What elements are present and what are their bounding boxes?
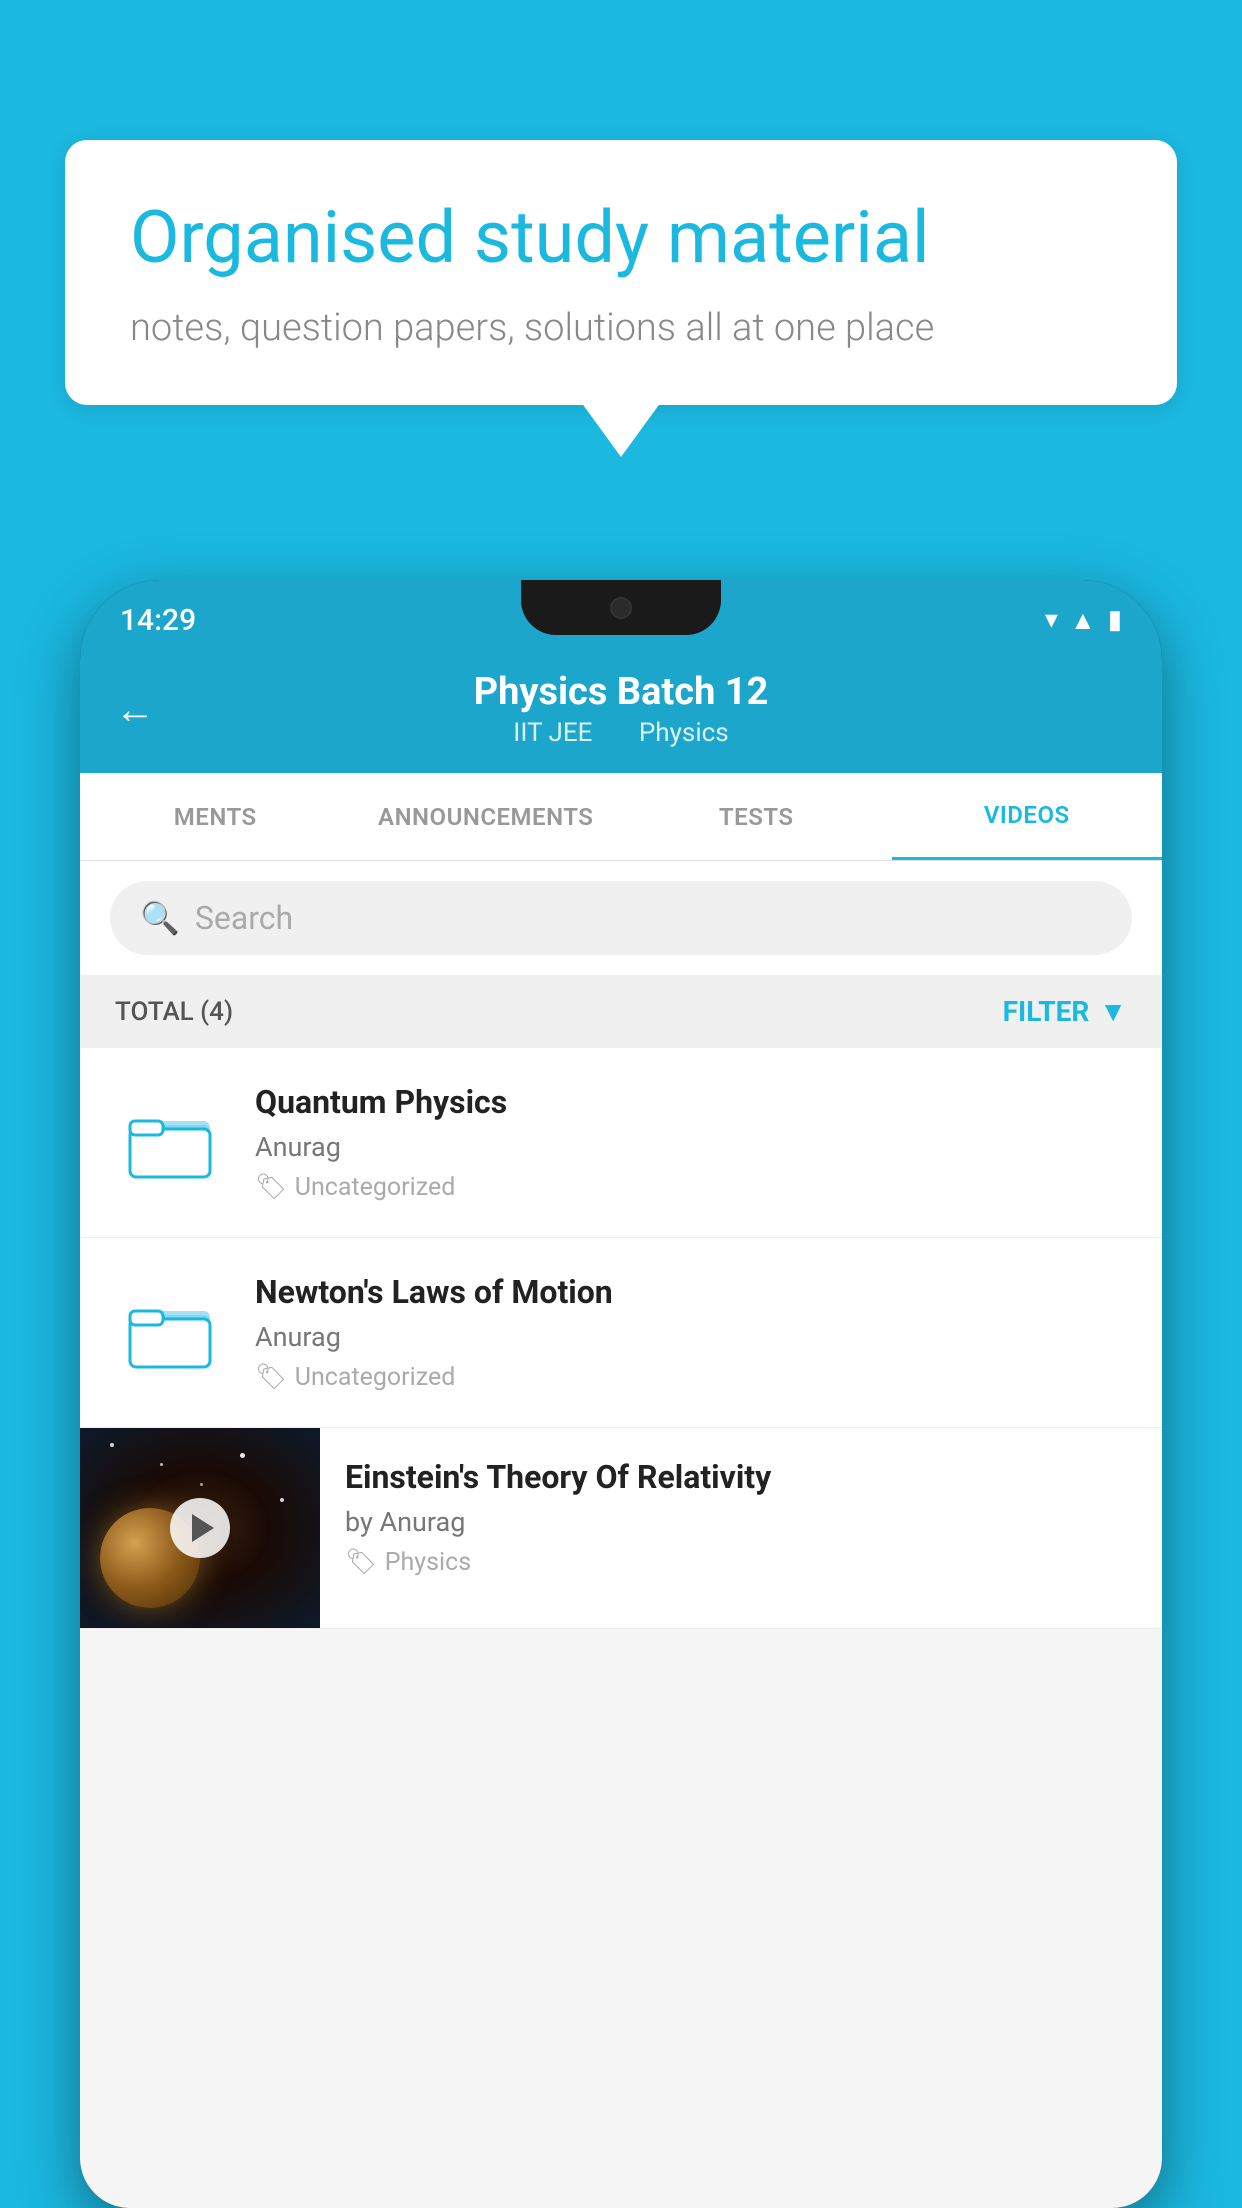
- tabs-bar: MENTS ANNOUNCEMENTS TESTS VIDEOS: [80, 773, 1162, 861]
- tag-label-quantum: Uncategorized: [295, 1173, 456, 1202]
- star: [200, 1483, 203, 1486]
- play-triangle-icon: [192, 1514, 214, 1542]
- tag-icon-einstein: 🏷: [345, 1548, 377, 1577]
- video-info-newton: Newton's Laws of Motion Anurag 🏷 Uncateg…: [255, 1273, 1132, 1392]
- video-author-quantum: Anurag: [255, 1131, 1132, 1163]
- phone-content: 🔍 Search TOTAL (4) FILTER ▼: [80, 861, 1162, 2208]
- video-author-einstein: by Anurag: [345, 1506, 1137, 1538]
- filter-label: FILTER: [1003, 995, 1090, 1028]
- camera-dot: [610, 597, 632, 619]
- tab-videos[interactable]: VIDEOS: [892, 773, 1163, 860]
- search-icon: 🔍: [140, 899, 180, 937]
- tag-label-einstein: Physics: [385, 1548, 471, 1577]
- video-thumbnail-einstein: [80, 1428, 320, 1628]
- folder-icon: [125, 1103, 215, 1183]
- star: [160, 1463, 163, 1466]
- hero-title: Organised study material: [130, 195, 1112, 281]
- status-time: 14:29: [120, 603, 196, 638]
- hero-section: Organised study material notes, question…: [65, 140, 1177, 405]
- header-tag2: Physics: [639, 718, 729, 748]
- video-tag-quantum: 🏷 Uncategorized: [255, 1173, 1132, 1202]
- search-placeholder: Search: [195, 899, 293, 937]
- video-author-newton: Anurag: [255, 1321, 1132, 1353]
- star: [240, 1453, 245, 1458]
- tab-announcements[interactable]: ANNOUNCEMENTS: [351, 775, 622, 859]
- header-title: Physics Batch 12: [474, 670, 769, 714]
- hero-subtitle: notes, question papers, solutions all at…: [130, 306, 1112, 350]
- list-item[interactable]: Quantum Physics Anurag 🏷 Uncategorized: [80, 1048, 1162, 1238]
- tag-label-newton: Uncategorized: [295, 1363, 456, 1392]
- header-text: Physics Batch 12 IIT JEE Physics: [474, 670, 769, 748]
- filter-button[interactable]: FILTER ▼: [1003, 995, 1127, 1028]
- video-tag-newton: 🏷 Uncategorized: [255, 1363, 1132, 1392]
- total-count: TOTAL (4): [115, 997, 233, 1027]
- search-bar-container: 🔍 Search: [80, 861, 1162, 975]
- tab-tests[interactable]: TESTS: [621, 775, 892, 859]
- star: [280, 1498, 284, 1502]
- video-info-einstein: Einstein's Theory Of Relativity by Anura…: [320, 1428, 1162, 1607]
- tab-ments[interactable]: MENTS: [80, 775, 351, 859]
- signal-icon: ▲: [1070, 605, 1096, 636]
- speech-bubble: Organised study material notes, question…: [65, 140, 1177, 405]
- video-list: Quantum Physics Anurag 🏷 Uncategorized: [80, 1048, 1162, 1629]
- app-header: ← Physics Batch 12 IIT JEE Physics: [80, 650, 1162, 773]
- video-thumb-quantum: [110, 1093, 230, 1193]
- video-info-quantum: Quantum Physics Anurag 🏷 Uncategorized: [255, 1083, 1132, 1202]
- video-title-einstein: Einstein's Theory Of Relativity: [345, 1458, 1137, 1496]
- wifi-icon: ▾: [1045, 605, 1058, 635]
- filter-icon: ▼: [1099, 995, 1127, 1028]
- video-title-quantum: Quantum Physics: [255, 1083, 1132, 1121]
- video-tag-einstein: 🏷 Physics: [345, 1548, 1137, 1577]
- phone-notch: [521, 580, 721, 635]
- header-subtitle: IIT JEE Physics: [474, 718, 769, 748]
- video-thumb-newton: [110, 1283, 230, 1383]
- play-button[interactable]: [170, 1498, 230, 1558]
- list-item[interactable]: Newton's Laws of Motion Anurag 🏷 Uncateg…: [80, 1238, 1162, 1428]
- search-bar[interactable]: 🔍 Search: [110, 881, 1132, 955]
- tag-icon-newton: 🏷: [255, 1363, 287, 1392]
- video-title-newton: Newton's Laws of Motion: [255, 1273, 1132, 1311]
- star: [110, 1443, 114, 1447]
- filter-bar: TOTAL (4) FILTER ▼: [80, 975, 1162, 1048]
- back-button[interactable]: ←: [115, 686, 155, 733]
- battery-icon: ▮: [1108, 605, 1122, 635]
- header-tag1: IIT JEE: [513, 718, 592, 748]
- list-item[interactable]: Einstein's Theory Of Relativity by Anura…: [80, 1428, 1162, 1629]
- tag-icon-quantum: 🏷: [255, 1173, 287, 1202]
- phone-frame: 14:29 ▾ ▲ ▮ ← Physics Batch 12 IIT JEE P…: [80, 580, 1162, 2208]
- status-icons: ▾ ▲ ▮: [1045, 605, 1122, 636]
- folder-icon: [125, 1293, 215, 1373]
